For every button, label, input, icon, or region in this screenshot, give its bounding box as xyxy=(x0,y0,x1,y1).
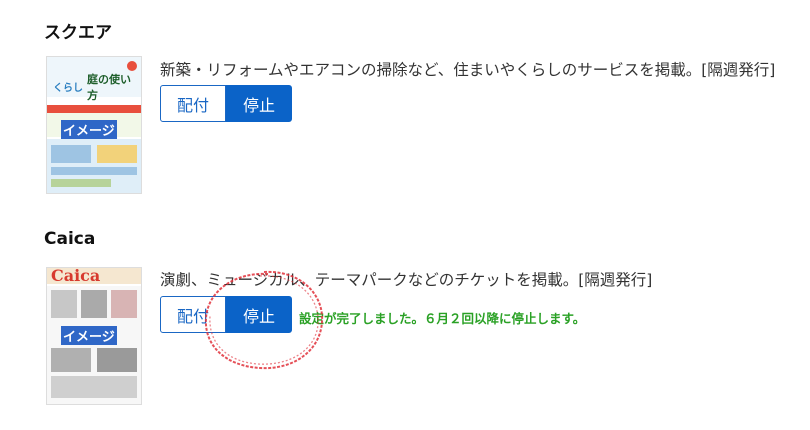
thumb-cell xyxy=(51,376,137,398)
thumb-block xyxy=(51,145,91,163)
square-button-group: 配付 停止 xyxy=(160,85,292,122)
thumb-title-b: 庭の使い方 xyxy=(87,73,131,102)
thumb-block xyxy=(51,179,111,187)
thumb-logo: Caica xyxy=(51,267,101,285)
thumb-block xyxy=(97,145,137,163)
deliver-button[interactable]: 配付 xyxy=(160,85,226,122)
thumb-cell xyxy=(111,290,137,318)
thumb-cell xyxy=(51,348,91,372)
section-heading-square: スクエア xyxy=(44,23,112,43)
thumb-image-label: イメージ xyxy=(61,120,117,139)
thumb-cell xyxy=(81,290,107,318)
thumb-cell xyxy=(51,290,77,318)
status-message: 設定が完了しました。６月２回以降に停止します。 xyxy=(299,311,586,326)
stop-button[interactable]: 停止 xyxy=(226,296,292,333)
thumb-red-band xyxy=(47,105,141,113)
thumb-badge xyxy=(127,61,137,71)
caica-button-group: 配付 停止 xyxy=(160,296,292,333)
square-thumbnail: くらし 庭の使い方 イメージ xyxy=(46,56,142,194)
stop-button[interactable]: 停止 xyxy=(226,85,292,122)
deliver-button[interactable]: 配付 xyxy=(160,296,226,333)
thumb-cell xyxy=(97,348,137,372)
thumb-image-label: イメージ xyxy=(61,326,117,345)
thumb-title-a: くらし xyxy=(53,83,83,94)
thumb-block xyxy=(51,167,137,175)
square-description: 新築・リフォームやエアコンの掃除など、住まいやくらしのサービスを掲載。[隔週発行… xyxy=(160,61,776,79)
caica-thumbnail: Caica イメージ xyxy=(46,267,142,405)
section-heading-caica: Caica xyxy=(44,229,96,249)
caica-description: 演劇、ミュージカル、テーマパークなどのチケットを掲載。[隔週発行] xyxy=(160,271,653,289)
